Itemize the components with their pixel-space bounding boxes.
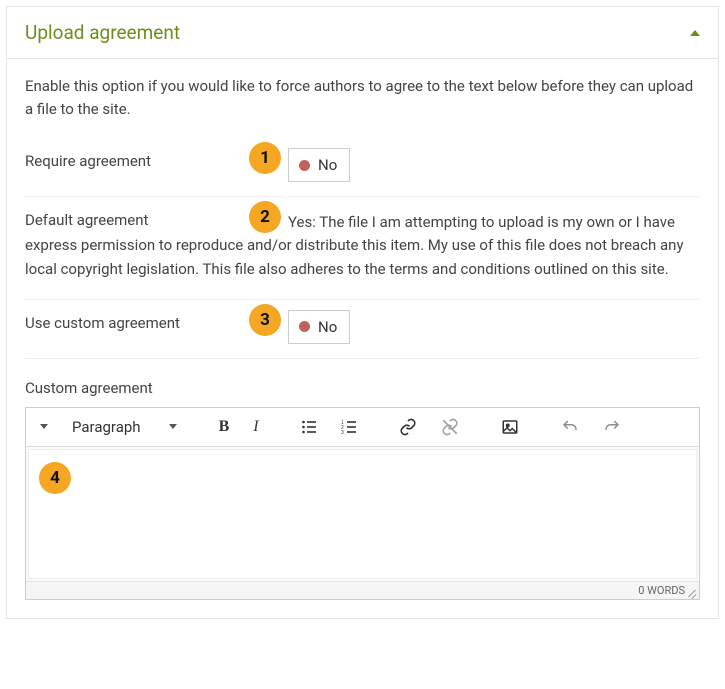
bold-button[interactable]: B [213, 414, 236, 440]
label-default-agreement: Default agreement [25, 211, 148, 229]
editor-textarea[interactable]: 4 [28, 449, 697, 579]
redo-button[interactable] [597, 414, 627, 440]
panel-title: Upload agreement [25, 21, 180, 44]
undo-button[interactable] [555, 414, 585, 440]
italic-icon: I [253, 418, 258, 436]
badge-4: 4 [39, 462, 71, 494]
chevron-up-icon [690, 30, 700, 36]
redo-icon [603, 418, 621, 436]
toggle-text: No [318, 156, 337, 174]
unlink-button[interactable] [435, 414, 465, 440]
numbered-list-button[interactable]: 123 [335, 415, 363, 439]
toolbar-expand-button[interactable] [34, 420, 54, 433]
setting-require-agreement: Require agreement 1 No [25, 138, 700, 197]
image-icon [501, 418, 519, 436]
editor-statusbar: 0 WORDS [26, 581, 699, 599]
resize-handle[interactable] [687, 588, 697, 598]
format-select[interactable]: Paragraph [66, 414, 183, 440]
editor-toolbar: Paragraph B I 123 [26, 408, 699, 447]
toggle-use-custom-agreement[interactable]: No [288, 310, 350, 344]
label-use-custom-agreement: Use custom agreement [25, 314, 180, 332]
bulleted-list-icon [301, 419, 317, 435]
badge-3: 3 [249, 304, 281, 336]
link-button[interactable] [393, 414, 423, 440]
setting-default-agreement: Default agreement 2 Yes: The file I am a… [25, 197, 700, 300]
link-icon [399, 418, 417, 436]
bold-icon: B [219, 418, 230, 436]
status-dot-off-icon [299, 321, 310, 332]
toggle-require-agreement[interactable]: No [288, 148, 350, 182]
format-select-label: Paragraph [72, 418, 141, 436]
numbered-list-icon: 123 [341, 419, 357, 435]
panel-body: Enable this option if you would like to … [7, 59, 718, 618]
badge-1: 1 [249, 142, 281, 174]
panel-header[interactable]: Upload agreement [7, 7, 718, 59]
bulleted-list-button[interactable] [295, 415, 323, 439]
chevron-down-icon [169, 424, 177, 429]
image-button[interactable] [495, 414, 525, 440]
upload-agreement-panel: Upload agreement Enable this option if y… [6, 6, 719, 619]
label-require-agreement: Require agreement [25, 152, 151, 170]
unlink-icon [441, 418, 459, 436]
badge-2: 2 [249, 201, 281, 233]
default-agreement-text: Yes: The file I am attempting to upload … [288, 211, 700, 281]
rich-text-editor: Paragraph B I 123 [25, 407, 700, 600]
toggle-text: No [318, 318, 337, 336]
svg-text:3: 3 [341, 430, 344, 435]
undo-icon [561, 418, 579, 436]
status-dot-off-icon [299, 160, 310, 171]
chevron-down-icon [40, 424, 48, 429]
setting-use-custom-agreement: Use custom agreement 3 No [25, 300, 700, 359]
word-count: 0 WORDS [638, 584, 685, 597]
label-custom-agreement: Custom agreement [25, 379, 700, 397]
italic-button[interactable]: I [247, 414, 264, 440]
panel-description: Enable this option if you would like to … [25, 75, 700, 120]
